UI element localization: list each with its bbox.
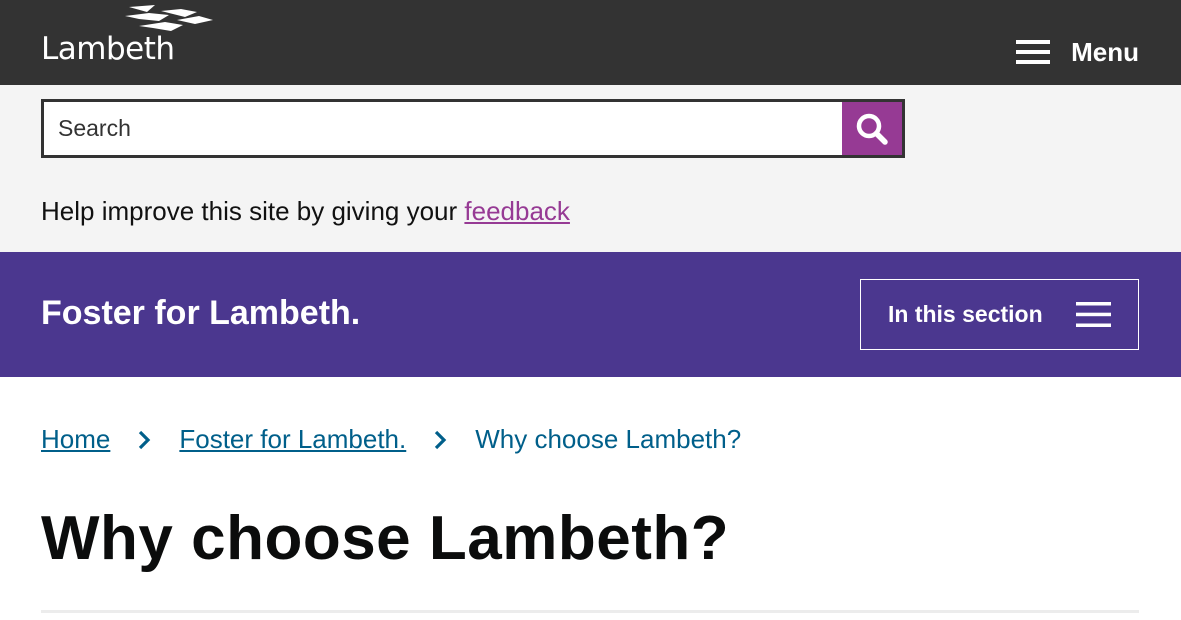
feedback-link[interactable]: feedback <box>464 196 570 226</box>
breadcrumb-foster-link[interactable]: Foster for Lambeth. <box>179 424 406 455</box>
breadcrumb-current: Why choose Lambeth? <box>475 424 742 454</box>
feedback-banner: Help improve this site by giving your fe… <box>41 196 570 227</box>
search-button[interactable] <box>842 102 902 155</box>
logo-text: Lambeth <box>41 31 175 67</box>
search-input[interactable] <box>44 102 843 155</box>
site-header: Lambeth Menu <box>0 0 1181 85</box>
feedback-text: Help improve this site by giving your <box>41 196 465 226</box>
page-title: Why choose Lambeth? <box>41 504 730 573</box>
list-lines-icon <box>1076 302 1111 327</box>
chevron-right-icon <box>435 430 447 449</box>
in-this-section-label: In this section <box>888 301 1043 327</box>
lambeth-logo-link[interactable]: Lambeth <box>41 4 216 66</box>
search-icon <box>856 113 888 145</box>
divider <box>41 610 1139 613</box>
breadcrumb: Home Foster for Lambeth. Why choose Lamb… <box>41 424 741 455</box>
section-banner: Foster for Lambeth. In this section <box>0 252 1181 377</box>
breadcrumb-home-link[interactable]: Home <box>41 424 110 455</box>
lambeth-logo-mark-icon <box>125 5 213 31</box>
menu-button[interactable]: Menu <box>1016 36 1139 68</box>
search-area: Help improve this site by giving your fe… <box>0 85 1181 252</box>
search-form <box>41 99 905 158</box>
menu-label: Menu <box>1071 36 1139 67</box>
chevron-right-icon <box>139 430 151 449</box>
hamburger-icon <box>1016 40 1051 64</box>
in-this-section-button[interactable]: In this section <box>860 279 1139 350</box>
section-title: Foster for Lambeth. <box>41 294 361 332</box>
